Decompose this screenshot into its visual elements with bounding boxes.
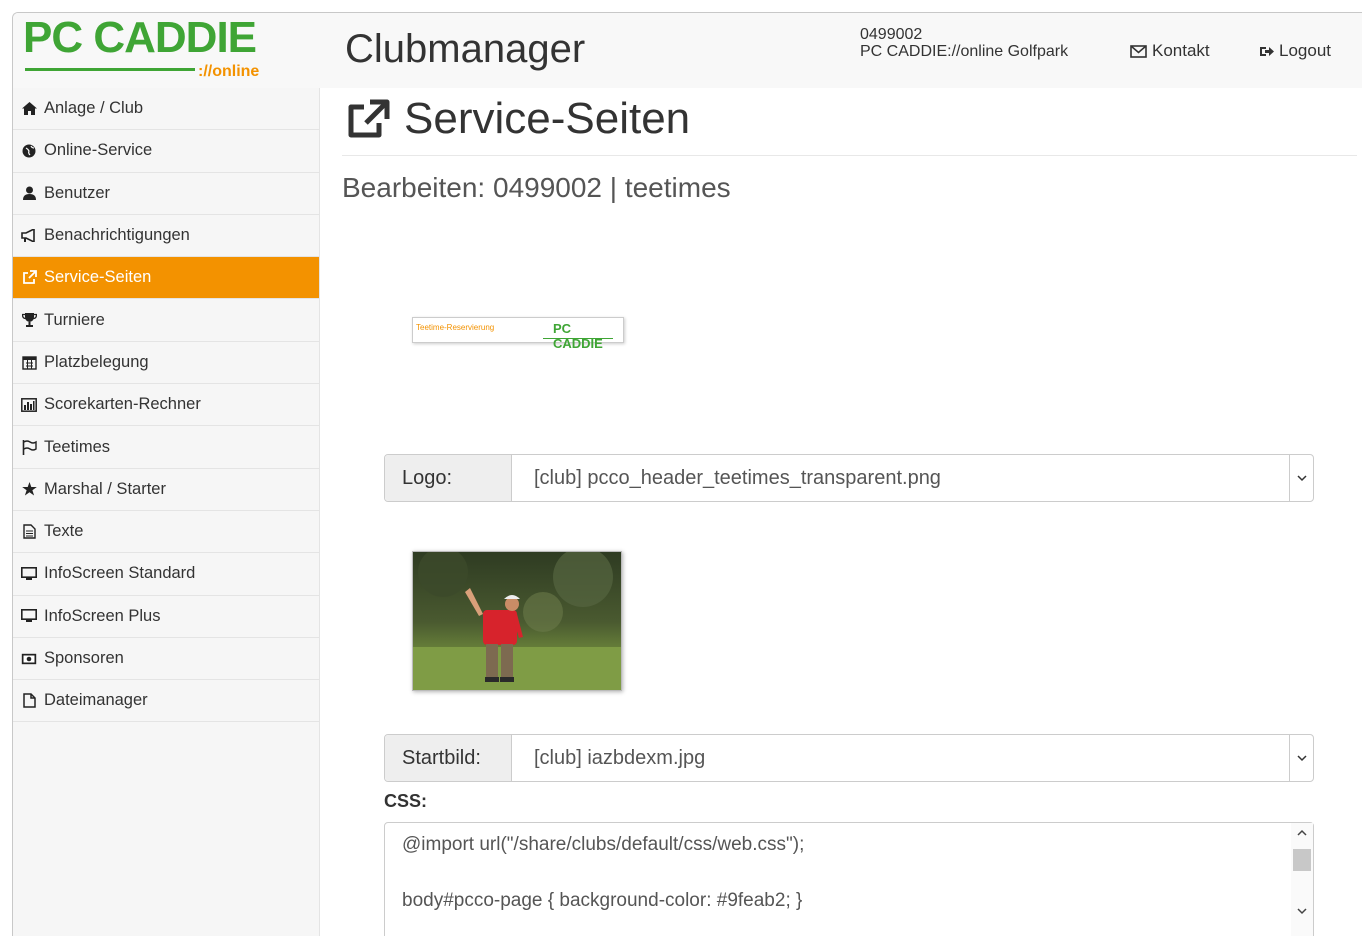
club-name: PC CADDIE://online Golfpark [860, 43, 1069, 60]
page-title-text: Service-Seiten [404, 94, 691, 143]
sidebar-item-texte[interactable]: Texte [13, 511, 319, 554]
startbild-select[interactable]: Startbild: [club] iazbdexm.jpg [384, 734, 1314, 782]
club-info: 0499002 PC CADDIE://online Golfpark [860, 26, 1068, 60]
logo-select-label: Logo: [385, 455, 512, 501]
envelope-icon [1130, 44, 1147, 58]
sidebar-item-anlage-club[interactable]: Anlage / Club [13, 88, 319, 131]
sidebar-item-label: Texte [44, 522, 84, 541]
document-icon [21, 524, 37, 540]
sidebar-item-label: Benutzer [44, 183, 111, 202]
sign-out-icon [1260, 46, 1274, 56]
logo-select[interactable]: Logo: [club] pcco_header_teetimes_transp… [384, 454, 1314, 502]
sidebar-item-service-seiten[interactable]: Service-Seiten [13, 257, 319, 300]
monitor-icon [21, 608, 37, 624]
external-link-icon [348, 99, 390, 138]
logo-subtext: ://online [198, 63, 260, 80]
club-id: 0499002 [860, 26, 923, 43]
sidebar-item-label: InfoScreen Plus [44, 606, 161, 625]
sidebar: Anlage / Club Online-Service Benutzer Be… [13, 88, 320, 936]
app-frame: PC CADDIE ://online Clubmanager 0499002 … [12, 12, 1362, 936]
logo-preview-right-text: PC CADDIE [553, 321, 603, 351]
user-icon [21, 185, 37, 201]
css-label: CSS: [384, 791, 428, 811]
contact-link[interactable]: Kontakt [1130, 41, 1210, 61]
css-line: body#pcco-page { background-color: #9fea… [402, 890, 803, 911]
calendar-icon [21, 354, 37, 370]
sidebar-item-marshal-starter[interactable]: Marshal / Starter [13, 469, 319, 511]
sidebar-item-label: Scorekarten-Rechner [44, 395, 201, 414]
chevron-down-icon[interactable] [1289, 735, 1313, 781]
sidebar-item-scorekarten-rechner[interactable]: Scorekarten-Rechner [13, 384, 319, 427]
sidebar-item-label: Teetimes [44, 437, 111, 456]
title-divider [342, 155, 1357, 156]
logo-text: PC CADDIE [23, 13, 257, 62]
logo-preview-left-text: Teetime-Reservierung [416, 323, 495, 332]
monitor-icon [21, 566, 37, 582]
logo-preview-underline [543, 338, 613, 339]
logo-preview-image: Teetime-Reservierung PC CADDIE [412, 317, 624, 351]
logout-link[interactable]: Logout [1259, 41, 1331, 61]
scrollbar-thumb[interactable] [1293, 849, 1311, 871]
css-scrollbar[interactable] [1291, 823, 1313, 936]
external-link-icon [21, 270, 37, 286]
header: PC CADDIE ://online Clubmanager 0499002 … [13, 13, 1362, 88]
startbild-select-label: Startbild: [385, 735, 512, 781]
sidebar-item-infoscreen-plus[interactable]: InfoScreen Plus [13, 596, 319, 638]
scroll-down-icon[interactable] [1297, 908, 1307, 915]
sidebar-item-label: InfoScreen Standard [44, 564, 196, 583]
flag-icon [21, 439, 37, 455]
sidebar-item-online-service[interactable]: Online-Service [13, 130, 319, 173]
page-title: Service-Seiten [346, 94, 690, 144]
home-icon [21, 101, 37, 117]
contact-label: Kontakt [1152, 41, 1210, 60]
sidebar-item-label: Marshal / Starter [44, 479, 166, 498]
startbild-select-value: [club] iazbdexm.jpg [534, 746, 706, 769]
file-icon [21, 693, 37, 709]
sidebar-item-benutzer[interactable]: Benutzer [13, 173, 319, 215]
money-icon [21, 651, 37, 667]
logo-select-value: [club] pcco_header_teetimes_transparent.… [534, 466, 941, 489]
css-textarea[interactable]: @import url("/share/clubs/default/css/we… [384, 822, 1314, 936]
sidebar-item-teetimes[interactable]: Teetimes [13, 426, 319, 469]
sidebar-item-sponsoren[interactable]: Sponsoren [13, 638, 319, 681]
sidebar-item-turniere[interactable]: Turniere [13, 299, 319, 342]
sidebar-item-label: Anlage / Club [44, 99, 144, 118]
logo-underline [25, 68, 195, 71]
sidebar-item-label: Turniere [44, 310, 105, 329]
globe-icon [21, 143, 37, 159]
pc-caddie-logo[interactable]: PC CADDIE ://online [23, 13, 273, 85]
startbild-preview-image [412, 551, 622, 691]
sidebar-item-benachrichtigungen[interactable]: Benachrichtigungen [13, 215, 319, 258]
sidebar-item-label: Sponsoren [44, 649, 124, 667]
sidebar-item-label: Online-Service [44, 141, 153, 160]
edit-subtitle: Bearbeiten: 0499002 | teetimes [342, 172, 731, 203]
sidebar-item-platzbelegung[interactable]: Platzbelegung [13, 342, 319, 385]
sidebar-item-label: Benachrichtigungen [44, 226, 190, 245]
sidebar-item-label: Dateimanager [44, 691, 148, 710]
trophy-icon [21, 312, 37, 328]
chevron-down-icon[interactable] [1289, 455, 1313, 501]
scroll-up-icon[interactable] [1297, 829, 1307, 836]
bar-chart-icon [21, 397, 37, 413]
logout-label: Logout [1279, 41, 1331, 60]
main-content: Service-Seiten Bearbeiten: 0499002 | tee… [320, 88, 1362, 936]
star-icon [21, 481, 37, 497]
sidebar-item-dateimanager[interactable]: Dateimanager [13, 680, 319, 723]
sidebar-item-label: Service-Seiten [44, 268, 152, 287]
css-line: @import url("/share/clubs/default/css/we… [402, 834, 805, 855]
bullhorn-icon [21, 228, 37, 244]
app-title: Clubmanager [345, 27, 586, 71]
sidebar-item-label: Platzbelegung [44, 352, 149, 371]
sidebar-item-infoscreen-standard[interactable]: InfoScreen Standard [13, 553, 319, 596]
